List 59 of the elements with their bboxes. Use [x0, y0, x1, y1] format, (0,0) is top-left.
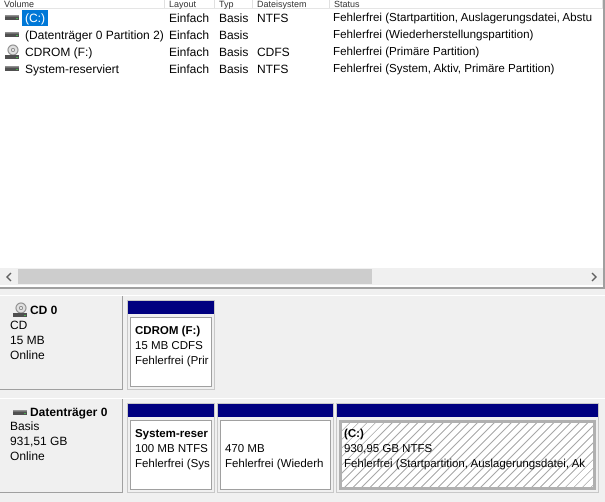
drive-label[interactable]: System-reserviert: [22, 60, 122, 76]
column-header[interactable]: Volume: [0, 0, 165, 8]
partition-block[interactable]: System-reser 100 MB NTFS Fehlerfrei (Sys: [127, 403, 215, 493]
table-cell: Basis: [219, 10, 248, 24]
disk-name: CD 0: [30, 303, 58, 317]
partition-status: Fehlerfrei (Sys: [135, 457, 208, 472]
column-header[interactable]: Dateisystem: [253, 0, 330, 8]
drive-icon: [5, 66, 19, 71]
cd-drive-icon: [4, 44, 20, 60]
disk-info-panel[interactable]: Datenträger 0 Basis 931,51 GB Online: [0, 399, 123, 493]
cd-drive-icon: [12, 302, 28, 318]
partition-status: Fehlerfrei (Wiederh: [225, 457, 324, 472]
drive-icon: [5, 32, 19, 37]
scroll-right-icon[interactable]: [590, 272, 598, 282]
table-cell: Einfach: [169, 44, 210, 58]
drive-icon: [13, 410, 27, 414]
disk-state: Online: [10, 348, 46, 363]
partition-block[interactable]: (C:) 930,95 GB NTFS Fehlerfrei (Startpartition, Auslagerungsdatei, Ak: [336, 403, 599, 493]
table-cell: NTFS: [257, 10, 288, 24]
table-cell: NTFS: [257, 62, 288, 76]
partition-label: (C:): [344, 427, 365, 442]
partition-size: 100 MB NTFS: [135, 442, 208, 457]
column-header[interactable]: Status: [330, 0, 603, 8]
table-cell: Basis: [219, 28, 248, 42]
partition-size: 930,95 GB NTFS: [344, 442, 434, 457]
disk-name: Datenträger 0: [30, 405, 108, 419]
disk-info-panel[interactable]: CD 0 CD 15 MB Online: [0, 296, 123, 390]
partition-size: 470 MB: [225, 442, 266, 457]
drive-label[interactable]: (C:): [22, 10, 48, 26]
scrollbar-thumb[interactable]: [18, 269, 372, 284]
table-cell: Einfach: [169, 10, 210, 24]
partition-label: System-reser: [135, 427, 208, 442]
table-cell: Einfach: [169, 62, 210, 76]
partition-status: Fehlerfrei (Prir: [135, 354, 208, 369]
partition-block[interactable]: CDROM (F:) 15 MB CDFS Fehlerfrei (Prir: [127, 300, 215, 390]
disk-size: 15 MB: [10, 333, 46, 348]
partition-status: Fehlerfrei (Startpartition, Auslagerungsdatei, Ak: [344, 457, 586, 472]
table-cell: Fehlerfrei (Primäre Partition): [333, 45, 480, 58]
drive-icon: [5, 15, 19, 20]
disk-size: 931,51 GB: [10, 434, 68, 449]
table-cell: CDFS: [257, 44, 290, 58]
partition-size: 15 MB CDFS: [135, 339, 204, 354]
table-cell: Fehlerfrei (Wiederherstellungspartition): [333, 28, 534, 41]
drive-label[interactable]: (Datenträger 0 Partition 2): [22, 26, 167, 42]
partition-label: CDROM (F:): [135, 324, 202, 339]
disk-type: Basis: [10, 419, 40, 434]
column-header[interactable]: Layout: [165, 0, 215, 8]
table-cell: Basis: [219, 44, 248, 58]
drive-label[interactable]: CDROM (F:): [22, 44, 96, 60]
column-header[interactable]: Typ: [215, 0, 253, 8]
horizontal-scrollbar[interactable]: [0, 268, 603, 285]
table-cell: Basis: [219, 62, 248, 76]
disk-state: Online: [10, 449, 46, 464]
scroll-left-icon[interactable]: [5, 272, 13, 282]
table-cell: Einfach: [169, 28, 210, 42]
partition-block[interactable]: 470 MB Fehlerfrei (Wiederh: [217, 403, 334, 493]
disk-type: CD: [10, 318, 28, 333]
table-cell: Fehlerfrei (Startpartition, Auslagerungsdatei, Abstu: [333, 11, 592, 24]
table-cell: Fehlerfrei (System, Aktiv, Primäre Partition): [333, 62, 554, 75]
